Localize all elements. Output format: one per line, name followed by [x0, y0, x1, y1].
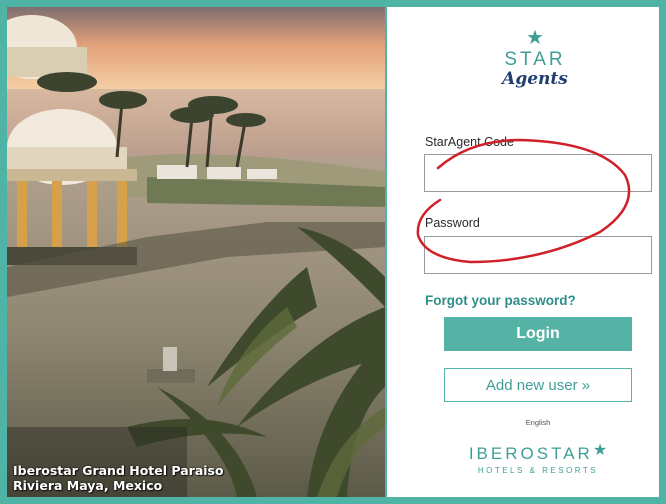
language-selector[interactable]: English	[518, 418, 558, 427]
hotel-photo: Iberostar Grand Hotel Paraiso Riviera Ma…	[7, 7, 385, 497]
iberostar-star-icon: ★	[592, 442, 608, 459]
password-label: Password	[425, 216, 480, 230]
staragent-code-input[interactable]	[424, 154, 652, 192]
forgot-password-link[interactable]: Forgot your password?	[425, 293, 576, 308]
resort-image	[7, 7, 385, 497]
login-button[interactable]: Login	[444, 317, 632, 351]
photo-caption: Iberostar Grand Hotel Paraiso Riviera Ma…	[13, 463, 224, 493]
caption-hotel-name: Iberostar Grand Hotel Paraiso	[13, 463, 224, 478]
staragents-logo: ★ STAR Agents	[385, 28, 666, 88]
logo-brand: STAR	[504, 49, 566, 70]
iberostar-tagline: HOTELS & RESORTS	[477, 466, 599, 475]
password-input[interactable]	[424, 236, 652, 274]
iberostar-name: IBEROSTAR	[468, 444, 593, 463]
iberostar-logo: IBEROSTAR★ HOTELS & RESORTS	[440, 441, 636, 477]
star-icon: ★	[526, 27, 544, 49]
logo-script: Agents	[502, 69, 568, 89]
staragent-code-label: StarAgent Code	[425, 135, 514, 149]
caption-location: Riviera Maya, Mexico	[13, 478, 163, 493]
add-new-user-button[interactable]: Add new user »	[444, 368, 632, 402]
